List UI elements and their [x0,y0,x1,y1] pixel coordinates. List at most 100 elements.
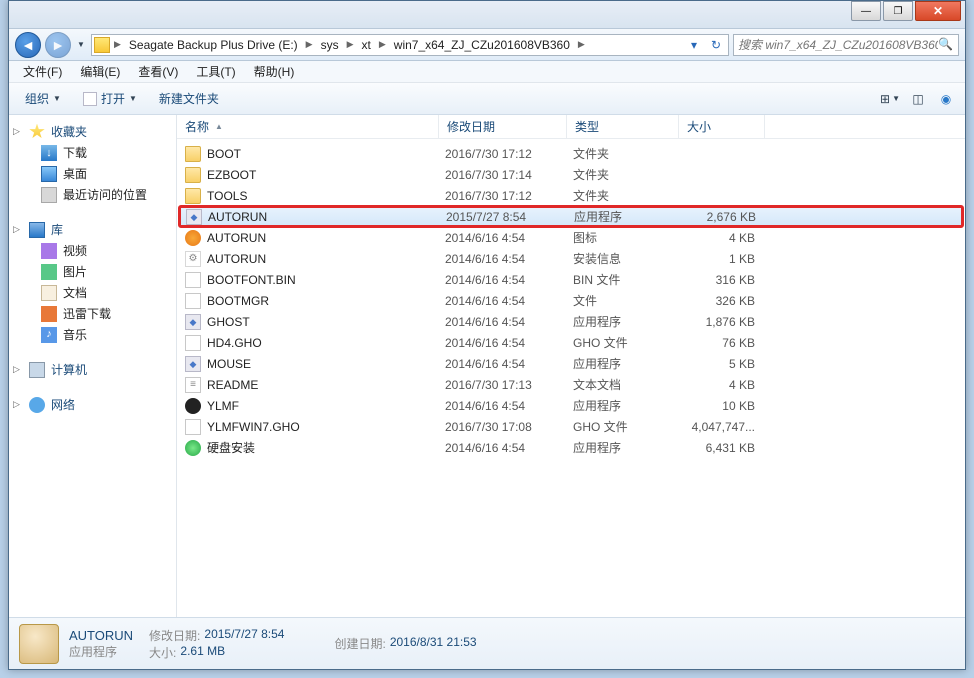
sidebar-item-recent[interactable]: 最近访问的位置 [9,184,176,205]
details-file-icon [19,624,59,664]
file-icon [185,335,201,351]
file-name: GHOST [207,315,445,329]
breadcrumb[interactable]: win7_x64_ZJ_CZu201608VB360 [390,38,574,52]
file-row[interactable]: GHOST2014/6/16 4:54应用程序1,876 KB [177,311,965,332]
chevron-right-icon[interactable]: ▶ [345,39,356,50]
document-icon [41,285,57,301]
file-size: 6,431 KB [685,441,763,455]
search-input[interactable] [738,38,938,52]
sidebar-item-downloads[interactable]: 下载 [9,142,176,163]
open-button[interactable]: 打开 ▼ [73,86,147,111]
sidebar-item-music[interactable]: 音乐 [9,324,176,345]
minimize-button[interactable]: — [851,1,881,21]
file-row[interactable]: AUTORUN2014/6/16 4:54图标4 KB [177,227,965,248]
address-bar[interactable]: ▶ Seagate Backup Plus Drive (E:) ▶ sys ▶… [91,34,729,56]
file-icon [185,167,201,183]
breadcrumb[interactable]: sys [317,38,343,52]
file-size: 2,676 KB [686,210,764,224]
menu-tools[interactable]: 工具(T) [188,61,243,82]
history-dropdown[interactable]: ▼ [75,34,87,56]
file-icon [185,440,201,456]
sidebar-network[interactable]: ▷网络 [9,394,176,415]
file-row[interactable]: BOOTFONT.BIN2014/6/16 4:54BIN 文件316 KB [177,269,965,290]
file-row[interactable]: YLMF2014/6/16 4:54应用程序10 KB [177,395,965,416]
preview-pane-button[interactable]: ◫ [905,87,931,111]
file-type: 文件 [573,292,685,309]
file-row[interactable]: TOOLS2016/7/30 17:12文件夹 [177,185,965,206]
file-date: 2016/7/30 17:14 [445,168,573,182]
refresh-button[interactable]: ↻ [706,38,726,52]
organize-button[interactable]: 组织 ▼ [15,86,71,111]
file-type: 应用程序 [573,313,685,330]
file-row[interactable]: README2016/7/30 17:13文本文档4 KB [177,374,965,395]
breadcrumb[interactable]: xt [358,38,375,52]
menu-help[interactable]: 帮助(H) [246,61,303,82]
file-date: 2014/6/16 4:54 [445,252,573,266]
help-button[interactable]: ◉ [933,87,959,111]
file-type: 安装信息 [573,250,685,267]
file-icon [185,188,201,204]
maximize-button[interactable]: ❐ [883,1,913,21]
menu-file[interactable]: 文件(F) [15,61,70,82]
sidebar-computer[interactable]: ▷计算机 [9,359,176,380]
file-date: 2014/6/16 4:54 [445,441,573,455]
file-size: 4 KB [685,378,763,392]
file-size: 316 KB [685,273,763,287]
file-type: GHO 文件 [573,418,685,435]
details-crt-label: 创建日期: [334,635,385,652]
computer-icon [29,362,45,378]
sidebar-item-pictures[interactable]: 图片 [9,261,176,282]
file-row[interactable]: 硬盘安装2014/6/16 4:54应用程序6,431 KB [177,437,965,458]
file-row[interactable]: AUTORUN2015/7/27 8:54应用程序2,676 KB [179,206,963,227]
file-icon [185,377,201,393]
col-type[interactable]: 类型 [567,115,679,138]
file-size: 4,047,747... [685,420,763,434]
file-type: 应用程序 [573,439,685,456]
chevron-right-icon[interactable]: ▶ [576,39,587,50]
close-button[interactable]: ✕ [915,1,961,21]
details-mod-value: 2015/7/27 8:54 [204,627,284,644]
file-row[interactable]: YLMFWIN7.GHO2016/7/30 17:08GHO 文件4,047,7… [177,416,965,437]
breadcrumb[interactable]: Seagate Backup Plus Drive (E:) [125,38,302,52]
file-icon [185,146,201,162]
file-name: BOOTFONT.BIN [207,273,445,287]
file-size: 10 KB [685,399,763,413]
picture-icon [41,264,57,280]
details-name: AUTORUN [69,628,133,643]
sidebar-item-desktop[interactable]: 桌面 [9,163,176,184]
location-icon [94,37,110,53]
sidebar-item-thunder[interactable]: 迅雷下载 [9,303,176,324]
file-row[interactable]: BOOTMGR2014/6/16 4:54文件326 KB [177,290,965,311]
menu-view[interactable]: 查看(V) [130,61,186,82]
file-date: 2016/7/30 17:08 [445,420,573,434]
col-name[interactable]: 名称▲ [177,115,439,138]
chevron-right-icon[interactable]: ▶ [304,39,315,50]
file-name: BOOT [207,147,445,161]
sidebar-libraries[interactable]: ▷库 [9,219,176,240]
col-size[interactable]: 大小 [679,115,765,138]
file-name: TOOLS [207,189,445,203]
forward-button[interactable]: ► [45,32,71,58]
file-name: HD4.GHO [207,336,445,350]
music-icon [41,327,57,343]
sidebar-item-videos[interactable]: 视频 [9,240,176,261]
col-date[interactable]: 修改日期 [439,115,567,138]
address-dropdown[interactable]: ▾ [684,38,704,52]
file-row[interactable]: BOOT2016/7/30 17:12文件夹 [177,143,965,164]
file-row[interactable]: HD4.GHO2014/6/16 4:54GHO 文件76 KB [177,332,965,353]
file-row[interactable]: EZBOOT2016/7/30 17:14文件夹 [177,164,965,185]
menu-edit[interactable]: 编辑(E) [72,61,128,82]
file-icon [185,230,201,246]
recent-icon [41,187,57,203]
sidebar-item-documents[interactable]: 文档 [9,282,176,303]
new-folder-button[interactable]: 新建文件夹 [149,86,229,111]
view-options-button[interactable]: ⊞ ▼ [877,87,903,111]
sidebar-favorites[interactable]: ▷收藏夹 [9,121,176,142]
file-row[interactable]: MOUSE2014/6/16 4:54应用程序5 KB [177,353,965,374]
search-box[interactable]: 🔍 [733,34,959,56]
chevron-right-icon[interactable]: ▶ [377,39,388,50]
chevron-right-icon[interactable]: ▶ [112,39,123,50]
search-icon[interactable]: 🔍 [938,37,954,53]
file-row[interactable]: AUTORUN2014/6/16 4:54安装信息1 KB [177,248,965,269]
back-button[interactable]: ◄ [15,32,41,58]
